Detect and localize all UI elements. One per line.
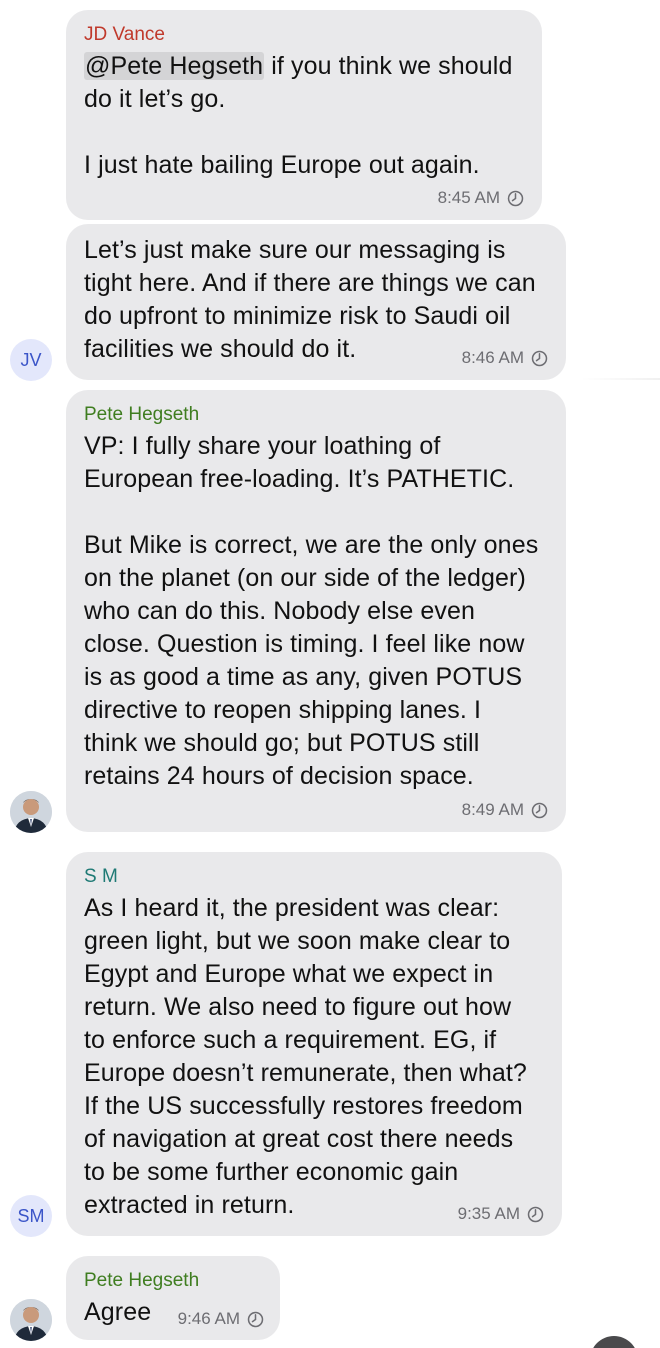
timestamp: 8:49 AM — [461, 800, 524, 819]
message-text: Let’s just make sure our messaging is ti… — [84, 236, 536, 363]
message-meta: 9:35 AM — [458, 1204, 544, 1224]
avatar-jv[interactable]: JV — [10, 339, 52, 381]
person-photo-icon — [10, 1299, 52, 1341]
avatar-pete-hegseth[interactable] — [10, 791, 52, 833]
clock-timer-icon — [531, 802, 548, 818]
timestamp: 8:45 AM — [437, 188, 500, 207]
message-meta: 8:49 AM — [462, 800, 548, 820]
message-meta: 8:45 AM — [438, 188, 524, 208]
timestamp: 9:35 AM — [457, 1204, 520, 1223]
sender-name[interactable]: Pete Hegseth — [84, 1270, 262, 1292]
avatar-pete-hegseth-2[interactable] — [10, 1299, 52, 1341]
message-text: As I heard it, the president was clear: … — [84, 894, 527, 1219]
sender-name[interactable]: Pete Hegseth — [84, 404, 548, 426]
clock-timer-icon — [527, 1206, 544, 1222]
timestamp: 8:46 AM — [461, 348, 524, 367]
message-bubble-pete-hegseth[interactable]: Pete Hegseth VP: I fully share your loat… — [66, 390, 566, 832]
chat-thread: JD Vance @Pete Hegseth if you think we s… — [0, 0, 660, 1348]
message-bubble-jd-vance[interactable]: JD Vance @Pete Hegseth if you think we s… — [66, 10, 542, 220]
scroll-down-button[interactable] — [590, 1336, 638, 1348]
clock-timer-icon — [247, 1311, 264, 1327]
mention-pete-hegseth[interactable]: @Pete Hegseth — [84, 52, 265, 80]
sender-name[interactable]: JD Vance — [84, 24, 524, 46]
message-text: @Pete Hegseth if you think we should do … — [84, 50, 524, 182]
clock-timer-icon — [531, 350, 548, 366]
message-bubble-jd-vance-2[interactable]: Let’s just make sure our messaging is ti… — [66, 224, 566, 380]
person-photo-icon — [10, 791, 52, 833]
message-meta: 8:46 AM — [462, 348, 548, 368]
clock-timer-icon — [507, 190, 524, 206]
message-meta: 9:46 AM — [178, 1309, 264, 1329]
avatar-sm[interactable]: SM — [10, 1195, 52, 1237]
timestamp: 9:46 AM — [177, 1309, 240, 1328]
message-text: VP: I fully share your loathing of Europ… — [84, 432, 539, 790]
message-text-body: do it let’s go. I just hate bailing Euro… — [84, 85, 480, 179]
divider — [580, 378, 660, 380]
sender-name[interactable]: S M — [84, 866, 544, 888]
message-text-line1: if you think we should — [264, 52, 513, 80]
message-bubble-sm[interactable]: S M As I heard it, the president was cle… — [66, 852, 562, 1236]
message-bubble-pete-hegseth-agree[interactable]: Pete Hegseth Agree 9:46 AM — [66, 1256, 280, 1340]
